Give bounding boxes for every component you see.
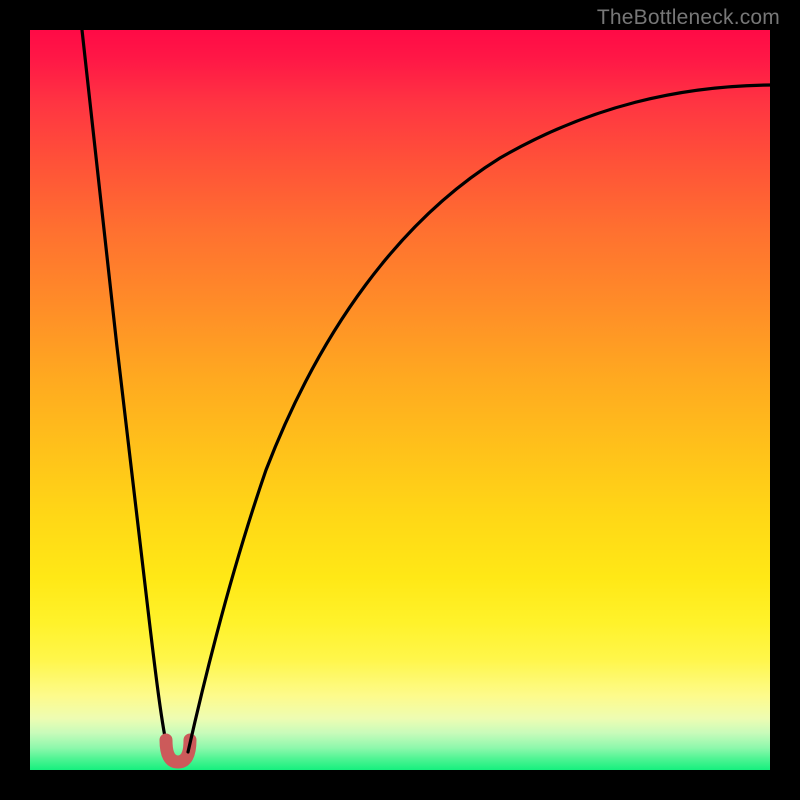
optimal-match-marker <box>166 740 190 762</box>
curve-layer <box>30 30 770 770</box>
curve-right-branch <box>188 85 770 752</box>
plot-area <box>30 30 770 770</box>
curve-left-branch <box>82 30 168 752</box>
watermark-text: TheBottleneck.com <box>597 6 780 30</box>
outer-frame: TheBottleneck.com <box>0 0 800 800</box>
